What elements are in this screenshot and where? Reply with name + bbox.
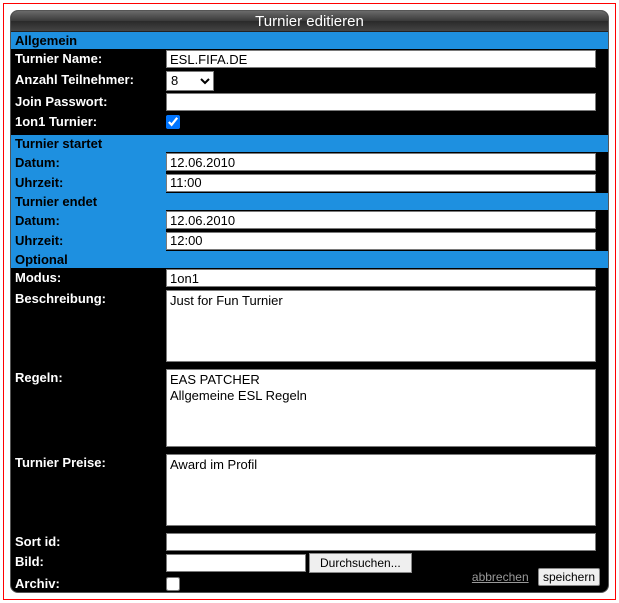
input-bild-path[interactable] [166,554,306,572]
checkbox-1on1[interactable] [166,115,180,129]
row-preise: Turnier Preise: [11,453,608,532]
row-start-datum: Datum: [11,152,608,173]
section-optional: Optional [11,251,608,268]
textarea-preise[interactable] [166,454,596,526]
label-preise: Turnier Preise: [11,453,166,472]
section-endet: Turnier endet [11,193,608,210]
input-join-passwort[interactable] [166,93,596,111]
row-anzahl-teilnehmer: Anzahl Teilnehmer: 8 [11,70,608,92]
label-archiv: Archiv: [11,574,166,593]
row-join-passwort: Join Passwort: [11,92,608,113]
footer: abbrechen speichern [472,568,600,586]
row-end-uhrzeit: Uhrzeit: [11,231,608,252]
input-start-uhrzeit[interactable] [166,174,596,192]
section-startet: Turnier startet [11,135,608,152]
label-sort-id: Sort id: [11,532,166,551]
input-end-datum[interactable] [166,211,596,229]
input-turnier-name[interactable] [166,50,596,68]
input-start-datum[interactable] [166,153,596,171]
section-allgemein: Allgemein [11,32,608,49]
row-beschreibung: Beschreibung: [11,289,608,368]
row-1on1: 1on1 Turnier: [11,112,608,135]
textarea-beschreibung[interactable] [166,290,596,362]
input-modus[interactable] [166,269,596,287]
outer-frame: Turnier editieren Allgemein Turnier Name… [3,3,616,600]
dialog: Turnier editieren Allgemein Turnier Name… [10,10,609,593]
browse-button[interactable]: Durchsuchen... [309,553,412,573]
row-start-uhrzeit: Uhrzeit: [11,173,608,194]
row-regeln: Regeln: [11,368,608,453]
row-modus: Modus: [11,268,608,289]
row-turnier-name: Turnier Name: [11,49,608,70]
content: Allgemein Turnier Name: Anzahl Teilnehme… [11,32,608,593]
input-sort-id[interactable] [166,533,596,551]
label-bild: Bild: [11,552,166,571]
select-anzahl-teilnehmer[interactable]: 8 [166,71,214,91]
label-1on1: 1on1 Turnier: [11,112,166,131]
label-anzahl-teilnehmer: Anzahl Teilnehmer: [11,70,166,89]
label-modus: Modus: [11,268,166,287]
label-end-uhrzeit: Uhrzeit: [11,231,166,250]
save-button[interactable]: speichern [538,568,600,586]
input-end-uhrzeit[interactable] [166,232,596,250]
cancel-link[interactable]: abbrechen [472,570,529,584]
label-end-datum: Datum: [11,211,166,230]
window-title: Turnier editieren [11,11,608,32]
label-start-datum: Datum: [11,153,166,172]
label-beschreibung: Beschreibung: [11,289,166,308]
label-regeln: Regeln: [11,368,166,387]
checkbox-archiv[interactable] [166,577,180,591]
row-end-datum: Datum: [11,210,608,231]
row-sort-id: Sort id: [11,532,608,553]
textarea-regeln[interactable] [166,369,596,447]
label-start-uhrzeit: Uhrzeit: [11,173,166,192]
label-turnier-name: Turnier Name: [11,49,166,68]
label-join-passwort: Join Passwort: [11,92,166,111]
